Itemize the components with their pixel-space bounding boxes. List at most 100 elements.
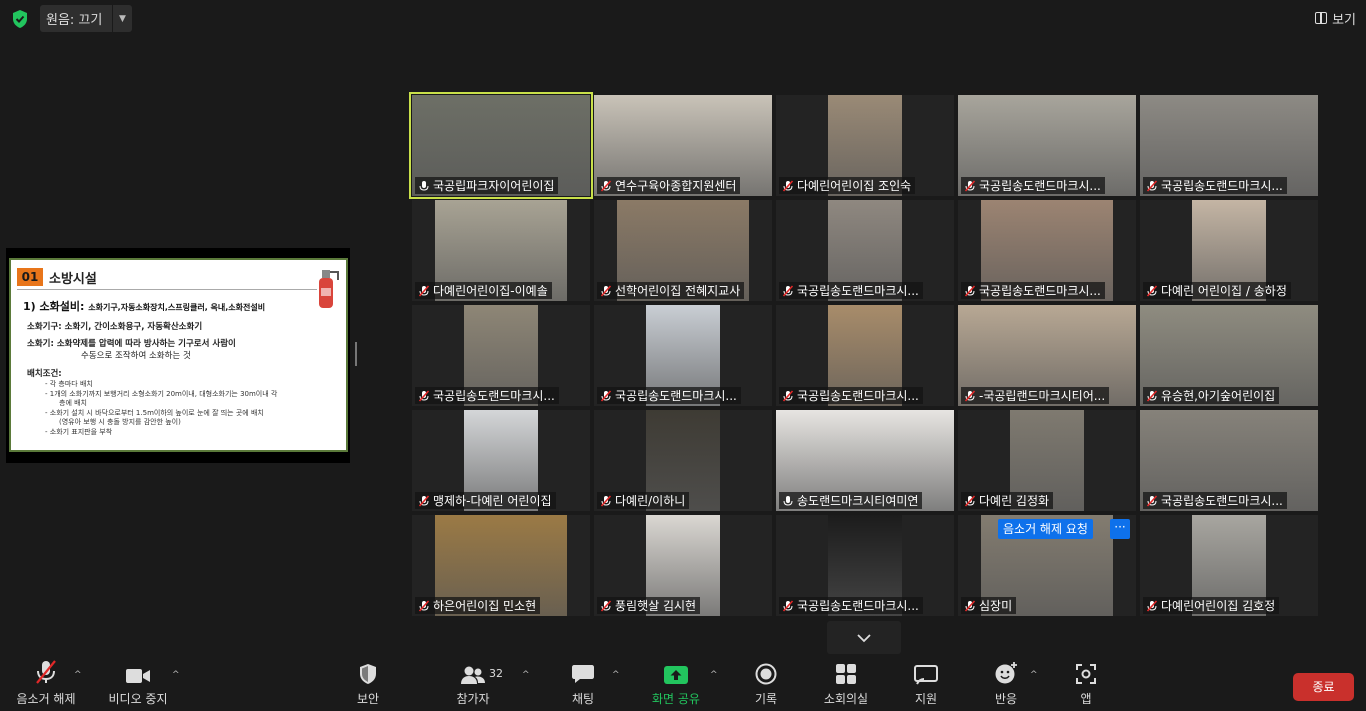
zoom-meeting-window: 원음: 끄기 ▼ 보기 01 소방시설 1) 소화설비: 소화기구,자동소화장치…: [0, 0, 1366, 711]
participant-tile[interactable]: 다예린어린이집 김호정: [1140, 515, 1318, 616]
apps-label: 앱: [1080, 692, 1092, 706]
slide-line: 층에 배치: [59, 399, 87, 407]
participant-tile[interactable]: 다예린 김정화: [958, 410, 1136, 511]
chat-options-chevron-icon[interactable]: ^: [612, 670, 620, 680]
muted-microphone-icon: [36, 660, 56, 684]
original-sound-dropdown[interactable]: 원음: 끄기 ▼: [40, 5, 132, 32]
participant-name-tag: 국공립송도랜드마크시...: [779, 597, 923, 614]
record-button[interactable]: 기록: [749, 655, 783, 711]
share-options-chevron-icon[interactable]: ^: [710, 670, 718, 680]
fire-extinguisher-icon: [319, 270, 339, 308]
muted-microphone-icon: [600, 599, 612, 612]
muted-microphone-icon: [1146, 494, 1158, 507]
participant-tile[interactable]: 국공립파크자이어린이집: [409, 92, 593, 199]
original-sound-label[interactable]: 원음: 끄기: [40, 9, 112, 28]
breakout-rooms-label: 소회의실: [823, 692, 869, 706]
participant-name: 국공립송도랜드마크시...: [1161, 494, 1283, 508]
participant-tile[interactable]: 다예린/이하니: [594, 410, 772, 511]
stop-video-button[interactable]: 비디오 중지: [105, 655, 171, 711]
chat-label: 채팅: [571, 692, 595, 706]
participant-tile[interactable]: 국공립송도랜드마크시...: [958, 200, 1136, 301]
participant-name: 송도랜드마크시티여미연: [797, 494, 919, 508]
reactions-options-chevron-icon[interactable]: ^: [1030, 670, 1038, 680]
muted-microphone-icon: [782, 599, 794, 612]
unmute-button[interactable]: 음소거 해제: [14, 655, 78, 711]
muted-microphone-icon: [600, 179, 612, 192]
participant-name: 심장미: [979, 599, 1013, 613]
participant-name: 다예린 김정화: [979, 494, 1050, 508]
share-screen-button[interactable]: 화면 공유: [648, 655, 704, 711]
muted-microphone-icon: [600, 389, 612, 402]
participant-name-tag: 국공립송도랜드마크시...: [597, 387, 741, 404]
participants-count: 32: [489, 667, 503, 680]
muted-microphone-icon: [964, 179, 976, 192]
participant-name-tag: 다예린 어린이집 / 송하정: [1143, 282, 1291, 299]
more-options-button[interactable]: ···: [1110, 519, 1130, 539]
security-label: 보안: [356, 692, 380, 706]
video-options-chevron-icon[interactable]: ^: [172, 670, 180, 680]
slide-line: (영유아 보행 시 충돌 방지를 감안한 높이): [59, 418, 181, 426]
reactions-button[interactable]: 반응: [988, 655, 1024, 711]
chevron-down-icon[interactable]: ▼: [112, 5, 132, 32]
security-shield-icon[interactable]: [10, 9, 30, 29]
participant-tile[interactable]: 하은어린이집 민소현: [412, 515, 590, 616]
participant-name-tag: 국공립송도랜드마크시...: [961, 282, 1105, 299]
participant-name: 국공립송도랜드마크시...: [615, 389, 737, 403]
audio-options-chevron-icon[interactable]: ^: [74, 670, 82, 680]
participant-tile[interactable]: 국공립송도랜드마크시...: [1140, 95, 1318, 196]
participant-tile[interactable]: 유승현,아기숲어린이집: [1140, 305, 1318, 406]
participant-tile[interactable]: 송도랜드마크시티여미연: [776, 410, 954, 511]
gallery-next-page-button[interactable]: [827, 621, 901, 654]
participant-tile[interactable]: 국공립송도랜드마크시...: [412, 305, 590, 406]
slide-line: - 각 층마다 배치: [45, 380, 93, 388]
muted-microphone-icon: [1146, 389, 1158, 402]
apps-button[interactable]: 앱: [1071, 655, 1101, 711]
participants-button[interactable]: 참가자: [452, 655, 494, 711]
participant-name-tag: 다예린어린이집 김호정: [1143, 597, 1280, 614]
support-button[interactable]: 지원: [908, 655, 944, 711]
participant-tile[interactable]: -국공립랜드마크시티어...: [958, 305, 1136, 406]
muted-microphone-icon: [418, 389, 430, 402]
chat-button[interactable]: 채팅: [565, 655, 601, 711]
participant-tile[interactable]: 선학어린이집 전혜지교사: [594, 200, 772, 301]
participant-name-tag: 국공립송도랜드마크시...: [779, 387, 923, 404]
participant-name: 국공립송도랜드마크시...: [1161, 179, 1283, 193]
participant-name: 맹제하-다예린 어린이집: [433, 494, 552, 508]
participant-tile[interactable]: 다예린 어린이집 / 송하정: [1140, 200, 1318, 301]
muted-microphone-icon: [782, 389, 794, 402]
participant-tile[interactable]: 국공립송도랜드마크시...: [776, 200, 954, 301]
slide-number-tag: 01: [17, 268, 43, 286]
breakout-rooms-button[interactable]: 소회의실: [818, 655, 874, 711]
participant-tile[interactable]: 맹제하-다예린 어린이집: [412, 410, 590, 511]
participant-name-tag: 국공립송도랜드마크시...: [415, 387, 559, 404]
participants-icon: [461, 666, 485, 684]
ask-to-unmute-button[interactable]: 음소거 해제 요청: [998, 519, 1093, 539]
participant-tile[interactable]: 국공립송도랜드마크시...: [594, 305, 772, 406]
breakout-rooms-icon: [836, 664, 856, 684]
participant-name: 국공립송도랜드마크시...: [797, 389, 919, 403]
participant-name: 다예린/이하니: [615, 494, 686, 508]
split-resize-handle[interactable]: [355, 342, 357, 366]
participant-tile[interactable]: 국공립송도랜드마크시...: [776, 305, 954, 406]
participants-options-chevron-icon[interactable]: ^: [522, 670, 530, 680]
participant-tile[interactable]: 다예린어린이집 조인숙: [776, 95, 954, 196]
participant-name-tag: 심장미: [961, 597, 1017, 614]
muted-microphone-icon: [418, 494, 430, 507]
video-camera-icon: [126, 669, 150, 683]
participant-name: 선학어린이집 전혜지교사: [615, 284, 741, 298]
view-button[interactable]: 보기: [1315, 7, 1356, 29]
view-layout-icon: [1315, 12, 1328, 24]
participant-name: 연수구육아종합지원센터: [615, 179, 737, 193]
participant-tile[interactable]: 풍림햇살 김시현: [594, 515, 772, 616]
shared-screen[interactable]: 01 소방시설 1) 소화설비: 소화기구,자동소화장치,스프링클러, 옥내,소…: [6, 248, 350, 463]
participant-tile[interactable]: 다예린어린이집-이예솔: [412, 200, 590, 301]
participant-tile[interactable]: 국공립송도랜드마크시...: [958, 95, 1136, 196]
support-label: 지원: [914, 692, 938, 706]
participant-tile[interactable]: 국공립송도랜드마크시...: [776, 515, 954, 616]
slide-line: 소화기: 소화약제를 압력에 따라 방사하는 기구로서 사람이: [27, 339, 236, 349]
security-shield-icon: [360, 664, 376, 684]
participant-tile[interactable]: 연수구육아종합지원센터: [594, 95, 772, 196]
end-meeting-button[interactable]: 종료: [1293, 673, 1354, 701]
security-button[interactable]: 보안: [348, 655, 388, 711]
participant-tile[interactable]: 국공립송도랜드마크시...: [1140, 410, 1318, 511]
